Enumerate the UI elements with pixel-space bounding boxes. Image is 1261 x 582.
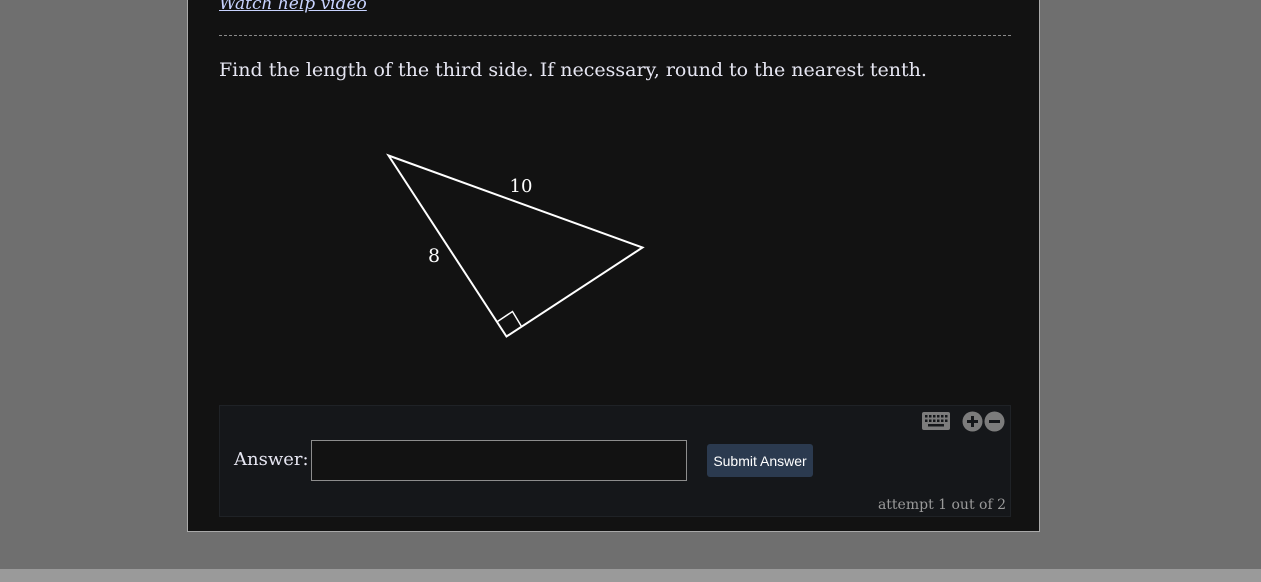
keyboard-icon[interactable]: [921, 411, 951, 431]
answer-area: Answer: Submit Answer attempt 1 out of 2: [219, 405, 1011, 517]
attempt-counter: attempt 1 out of 2: [877, 497, 1006, 513]
leg-label: 8: [428, 245, 440, 267]
question-panel: Watch help video Find the length of the …: [187, 0, 1040, 532]
answer-label: Answer:: [234, 449, 309, 470]
page-bottom-strip: [0, 569, 1261, 582]
right-angle-marker: [497, 310, 523, 327]
triangle-figure: 10 8: [386, 153, 645, 338]
zoom-in-icon[interactable]: [962, 411, 983, 432]
submit-answer-button[interactable]: Submit Answer: [707, 444, 813, 477]
zoom-out-icon[interactable]: [984, 411, 1005, 432]
hypotenuse-label: 10: [510, 176, 533, 197]
answer-input[interactable]: [311, 440, 687, 481]
